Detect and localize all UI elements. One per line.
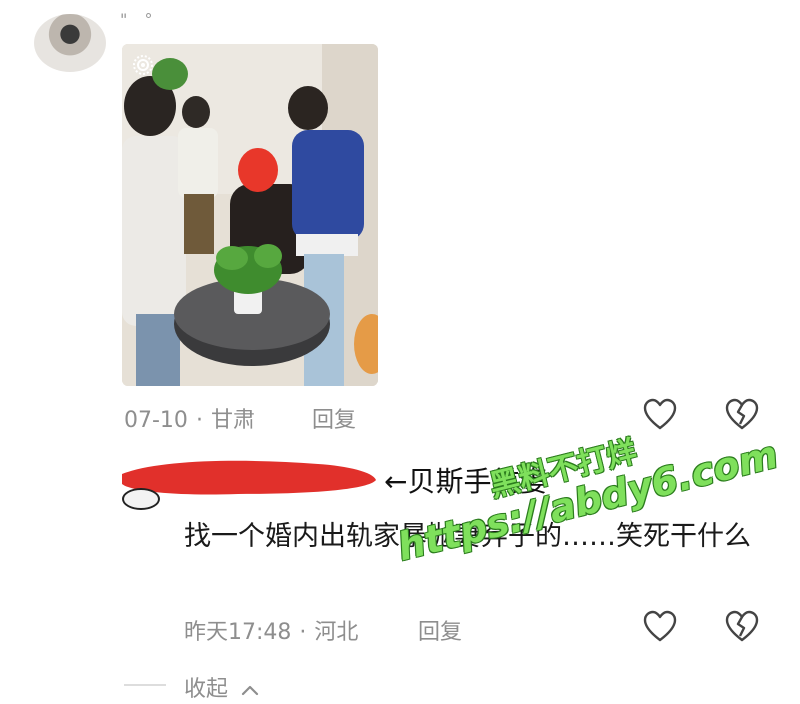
- comment-location: 甘肃: [210, 408, 255, 433]
- divider: [124, 684, 166, 686]
- comment-location: 河北: [314, 620, 359, 645]
- live-photo-icon: [133, 55, 153, 75]
- comment-time: 昨天17:48: [184, 620, 292, 645]
- comment-meta: 昨天17:48 · 河北: [184, 614, 358, 646]
- comment-date: 07-10: [124, 408, 188, 433]
- separator: ·: [299, 620, 307, 645]
- avatar[interactable]: [122, 488, 160, 510]
- separator: ·: [195, 408, 203, 433]
- chevron-up-icon: [241, 685, 259, 696]
- comment-photo[interactable]: [122, 44, 378, 386]
- reply-button[interactable]: 回复: [312, 402, 356, 434]
- collapse-label: 收起: [184, 677, 229, 702]
- dislike-icon[interactable]: [724, 609, 760, 645]
- username[interactable]: " °: [120, 10, 158, 29]
- comment-meta: 07-10 · 甘肃: [124, 402, 255, 434]
- watermark: 黑料不打烊 https://abdy6.com: [382, 395, 782, 589]
- photo-illustration: [122, 44, 378, 386]
- like-icon[interactable]: [642, 609, 678, 645]
- avatar[interactable]: [34, 14, 106, 72]
- collapse-button[interactable]: 收起: [184, 671, 259, 703]
- reply-button[interactable]: 回复: [418, 614, 462, 646]
